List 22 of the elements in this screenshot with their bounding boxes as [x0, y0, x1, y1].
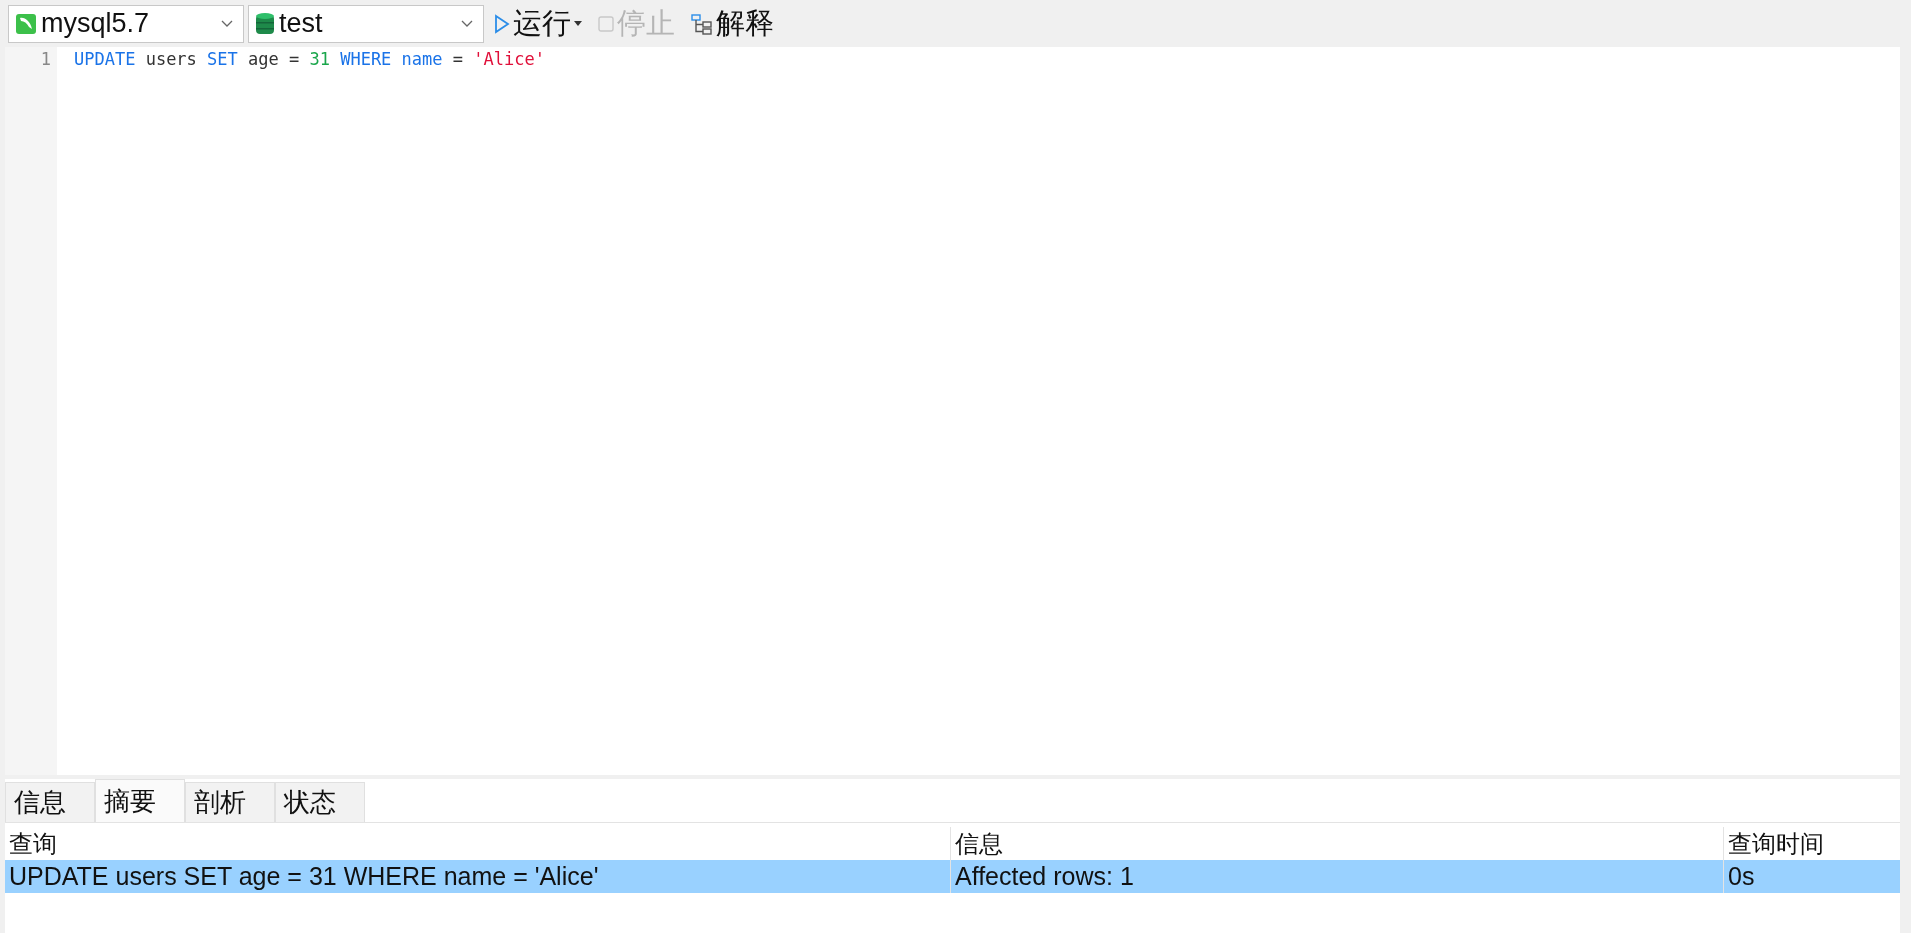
result-tab[interactable]: 摘要 [95, 779, 185, 822]
result-tab[interactable]: 状态 [275, 782, 365, 822]
line-number: 1 [39, 48, 52, 71]
connection-select[interactable]: mysql5.7 [8, 4, 244, 43]
run-button[interactable]: 运行 [488, 3, 588, 44]
result-tab[interactable]: 剖析 [185, 782, 275, 822]
dolphin-icon [15, 12, 37, 35]
chevron-down-icon [221, 19, 233, 28]
database-select[interactable]: test [248, 4, 484, 43]
database-icon [255, 11, 275, 36]
explain-button[interactable]: 解释 [685, 3, 780, 44]
table-cell-text: UPDATE users SET age = 31 WHERE name = 'Alice' [8, 861, 600, 892]
result-row[interactable]: UPDATE users SET age = 31 WHERE name = 'Alice' Affected rows: 1 0s [5, 860, 1900, 893]
column-header[interactable]: 查询 [5, 827, 950, 860]
tree-diagram-icon [691, 12, 713, 35]
code-line: UPDATE users SET age = 31 WHERE name = 'Alice' [74, 48, 545, 71]
table-cell: Affected rows: 1 [950, 860, 1723, 893]
result-tab[interactable]: 信息 [5, 782, 95, 822]
chevron-down-icon [461, 19, 473, 28]
table-cell: 0s [1723, 860, 1900, 893]
stop-icon [598, 15, 614, 32]
play-icon [494, 13, 510, 34]
